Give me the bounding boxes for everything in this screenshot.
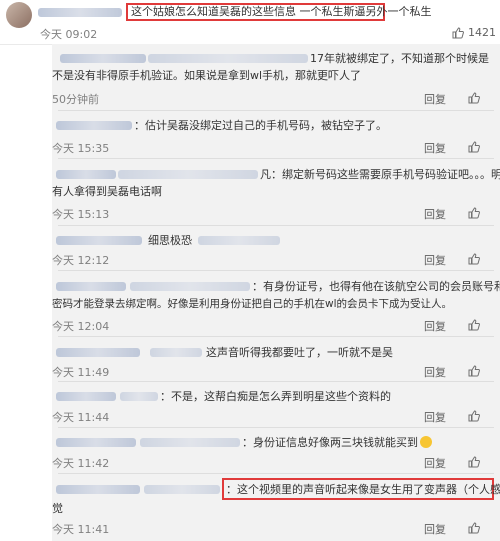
blurred-text xyxy=(144,485,220,494)
separator xyxy=(58,270,494,271)
reply-button[interactable]: 回复 xyxy=(424,206,446,222)
comment-time: 今天 12:12 xyxy=(52,254,110,267)
reply-button[interactable]: 回复 xyxy=(424,91,446,107)
thumbs-up-icon[interactable] xyxy=(468,92,480,104)
comment-time: 今天 11:41 xyxy=(52,523,110,536)
separator xyxy=(58,336,494,337)
blurred-text xyxy=(150,348,202,357)
reply-button[interactable]: 回复 xyxy=(424,140,446,156)
blurred-username xyxy=(56,438,136,447)
comment-time: 今天 15:13 xyxy=(52,208,110,221)
separator xyxy=(58,158,494,159)
top-post-text: 这个姑娘怎么知道吴磊的这些信息 一个私生斯逼另外一个私生 xyxy=(131,5,432,18)
blurred-username xyxy=(56,236,142,245)
thumbs-up-icon[interactable] xyxy=(452,27,464,39)
blurred-username xyxy=(60,54,146,63)
blurred-username xyxy=(56,392,116,401)
reply-button[interactable]: 回复 xyxy=(424,318,446,334)
thumbs-up-icon[interactable] xyxy=(468,253,480,265)
blurred-text xyxy=(120,392,158,401)
comment-text: 凡：绑定新号码这些需要原手机号码验证吧。。。明显是 xyxy=(260,168,500,181)
comment-time: 今天 11:42 xyxy=(52,457,110,470)
blurred-username xyxy=(56,170,116,179)
comment-text: ：有身份证号，也得有他在该航空公司的会员账号和 xyxy=(252,280,500,293)
top-post-text-highlighted: 这个姑娘怎么知道吴磊的这些信息 一个私生斯逼另外一个私生 xyxy=(126,3,432,21)
blurred-username xyxy=(56,282,126,291)
comment-text: 有人拿得到吴磊电话啊 xyxy=(52,185,162,198)
comment-time: 今天 11:49 xyxy=(52,366,110,379)
comment-text: 17年就被绑定了，不知道那个时候是 xyxy=(310,52,489,65)
comment-text: 细思极恐 xyxy=(148,234,192,247)
blurred-username xyxy=(56,348,140,357)
comment-text: ：这个视频里的声音听起来像是女生用了变声器（个人感 xyxy=(226,483,500,496)
comment-time: 今天 15:35 xyxy=(52,142,110,155)
top-post-time: 今天 09:02 xyxy=(40,28,98,41)
blurred-username xyxy=(38,8,122,17)
crying-laugh-emoji xyxy=(420,436,432,448)
comment-text: 密码才能登录去绑定啊。好像是利用身份证把自己的手机在wl的会员卡下成为受让人。 xyxy=(52,298,453,310)
comment-time: 50分钟前 xyxy=(52,93,99,106)
comment-text: ：估计吴磊没绑定过自己的手机号码，被钻空子了。 xyxy=(134,119,387,132)
reply-button[interactable]: 回复 xyxy=(424,409,446,425)
reply-button[interactable]: 回复 xyxy=(424,252,446,268)
thumbs-up-icon[interactable] xyxy=(468,410,480,422)
blurred-username xyxy=(56,485,140,494)
avatar[interactable] xyxy=(6,2,32,28)
top-post: 这个姑娘怎么知道吴磊的这些信息 一个私生斯逼另外一个私生 今天 09:02 14… xyxy=(0,0,500,45)
comment-time: 今天 11:44 xyxy=(52,411,110,424)
comment-text: 这声音听得我都要吐了，一听就不是吴 xyxy=(206,346,393,359)
thumbs-up-icon[interactable] xyxy=(468,141,480,153)
reply-button[interactable]: 回复 xyxy=(424,521,446,537)
separator xyxy=(58,381,494,382)
reply-button[interactable]: 回复 xyxy=(424,364,446,380)
blurred-text xyxy=(148,54,308,63)
separator xyxy=(58,225,494,226)
thumbs-up-icon[interactable] xyxy=(468,522,480,534)
blurred-text xyxy=(198,236,280,245)
comment-text: 觉 xyxy=(52,502,63,515)
blurred-text xyxy=(140,438,240,447)
like-count: 1421 xyxy=(468,26,496,39)
thumbs-up-icon[interactable] xyxy=(468,365,480,377)
thumbs-up-icon[interactable] xyxy=(468,456,480,468)
separator xyxy=(58,110,494,111)
comment-time: 今天 12:04 xyxy=(52,320,110,333)
comment-body: ：身份证信息好像两三块钱就能买到 xyxy=(242,436,418,449)
thumbs-up-icon[interactable] xyxy=(468,207,480,219)
comment-text: 不是没有非得原手机验证。如果说是拿到wl手机，那就更吓人了 xyxy=(52,69,362,82)
blurred-text xyxy=(118,170,258,179)
separator xyxy=(58,427,494,428)
reply-button[interactable]: 回复 xyxy=(424,455,446,471)
blurred-text xyxy=(130,282,250,291)
thumbs-up-icon[interactable] xyxy=(468,319,480,331)
blurred-username xyxy=(56,121,132,130)
comment-text: ：身份证信息好像两三块钱就能买到 xyxy=(242,434,432,451)
comment-text: ：不是，这帮白痴是怎么弄到明星这些个资料的 xyxy=(160,390,391,403)
separator xyxy=(58,473,494,474)
